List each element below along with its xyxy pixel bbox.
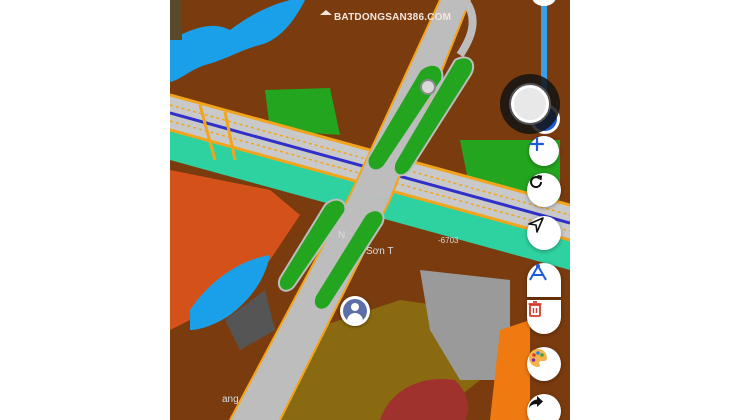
palette-icon [529,349,547,367]
refresh-icon [530,175,543,189]
map-canvas[interactable]: BATDONGSAN386.COM -6703 N Sơn T ang [170,0,570,420]
place-label: N [338,230,346,241]
road-code-label: -6703 [438,236,459,245]
trash-icon [528,301,542,317]
place-label-2: Sơn T [366,246,394,257]
place-label-3: ang [222,394,239,405]
navigation-arrow-icon [528,217,544,233]
opacity-slider-thumb[interactable] [500,74,560,134]
watermark: BATDONGSAN386.COM [320,10,451,23]
zoom-in-button[interactable] [529,136,559,166]
locate-button[interactable] [527,216,561,250]
user-location-avatar[interactable] [340,296,370,326]
palette-button[interactable] [527,347,561,381]
measure-button[interactable] [527,263,561,297]
delete-button[interactable] [527,300,561,334]
zoning-map [170,0,570,420]
plus-icon [529,136,545,152]
share-icon [529,396,543,408]
measure-tool-icon [529,263,547,281]
share-button[interactable] [527,394,561,420]
refresh-button[interactable] [527,173,561,207]
poi-marker-icon[interactable] [420,79,436,95]
